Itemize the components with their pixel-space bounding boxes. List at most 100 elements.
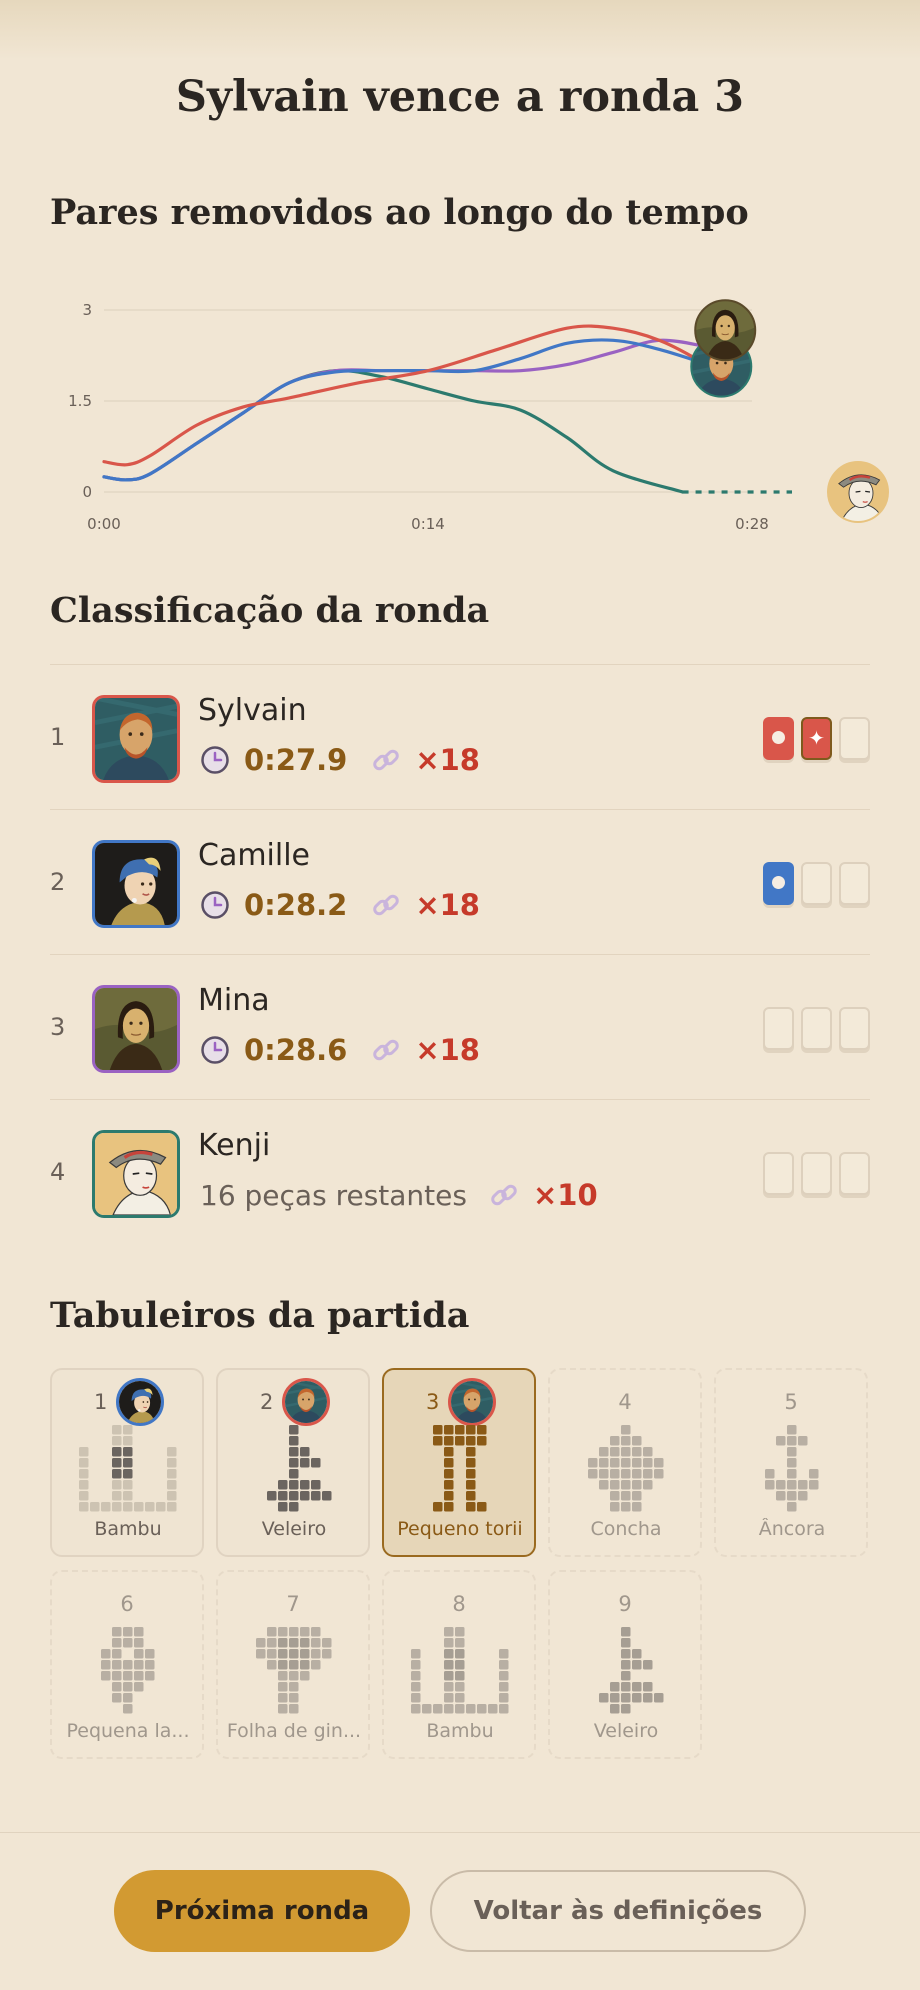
rank-position: 2 [50, 868, 66, 896]
board-tile [289, 1693, 299, 1703]
board-tile [621, 1458, 631, 1468]
board-tile [167, 1469, 177, 1479]
board-tile [145, 1660, 155, 1670]
board-tile [123, 1671, 133, 1681]
boards-section-title: Tabuleiros da partida [50, 1295, 470, 1336]
board-number: 8 [452, 1592, 466, 1616]
back-to-settings-button[interactable]: Voltar às definições [430, 1870, 806, 1952]
board-tile [466, 1436, 476, 1446]
board-tile [123, 1627, 133, 1637]
board-tile [455, 1693, 465, 1703]
board-tile [632, 1649, 642, 1659]
round-win-slot [763, 717, 794, 760]
board-tile [787, 1491, 797, 1501]
board-tile [289, 1502, 299, 1512]
series-line-camille [102, 338, 719, 482]
board-tile [444, 1649, 454, 1659]
board-card-8[interactable]: 8 Bambu [382, 1570, 536, 1759]
board-tile [632, 1502, 642, 1512]
board-tile [411, 1682, 421, 1692]
board-tile [123, 1491, 133, 1501]
player-stats: 0:28.2 ×18 [200, 888, 480, 922]
sailboat-board-shape [267, 1425, 332, 1512]
board-tile [632, 1436, 642, 1446]
board-tile [123, 1660, 133, 1670]
board-tile [123, 1447, 133, 1457]
board-tile [643, 1469, 653, 1479]
board-tile [444, 1638, 454, 1648]
board-tile [278, 1491, 288, 1501]
round-winner-title: Sylvain vence a ronda 3 [175, 72, 745, 122]
footer-divider [0, 1832, 920, 1833]
round-empty-slot [763, 1007, 794, 1050]
board-tile [610, 1491, 620, 1501]
board-tile [134, 1671, 144, 1681]
chart-x-tick-label: 0:00 [87, 515, 121, 533]
board-tile [167, 1480, 177, 1490]
board-name: Veleiro [261, 1518, 327, 1540]
board-tile [610, 1436, 620, 1446]
board-card-1[interactable]: 1 Bambu [50, 1368, 204, 1557]
board-tile [123, 1704, 133, 1714]
round-wins [763, 1007, 870, 1050]
player-stats: 0:27.9 ×18 [200, 743, 480, 777]
board-tile [289, 1627, 299, 1637]
next-round-button[interactable]: Próxima ronda [114, 1870, 410, 1952]
board-tile [79, 1447, 89, 1457]
board-tile [621, 1425, 631, 1435]
board-tile [466, 1469, 476, 1479]
board-tile [112, 1480, 122, 1490]
board-tile [123, 1638, 133, 1648]
board-tile [455, 1638, 465, 1648]
board-tile [112, 1649, 122, 1659]
board-tile [411, 1693, 421, 1703]
board-tile [278, 1638, 288, 1648]
board-tile [466, 1502, 476, 1512]
board-tile [455, 1436, 465, 1446]
board-tile [322, 1649, 332, 1659]
board-tile [499, 1682, 509, 1692]
board-number: 4 [618, 1390, 632, 1414]
ranking-row: 4 Kenji 16 peças restantes ×10 [50, 1099, 870, 1244]
board-tile [787, 1469, 797, 1479]
board-tile [79, 1491, 89, 1501]
board-tile [599, 1693, 609, 1703]
board-card-3[interactable]: 3 Pequeno torii [382, 1368, 536, 1557]
board-card-5[interactable]: 5 Âncora [714, 1368, 868, 1557]
board-card-4[interactable]: 4 Concha [548, 1368, 702, 1557]
board-tile [300, 1671, 310, 1681]
board-tile [267, 1649, 277, 1659]
board-tile [311, 1491, 321, 1501]
board-tile [411, 1704, 421, 1714]
board-card-7[interactable]: 7 Folha de gin... [216, 1570, 370, 1759]
pearl-earring-avatar [92, 840, 180, 928]
board-tile [444, 1447, 454, 1457]
ranking-list: 1 Sylvain 0:27.9 ×18 ✦ 2 Camille 0:28.2 … [50, 664, 870, 1244]
board-tile [134, 1638, 144, 1648]
sailboat-board-shape [599, 1627, 664, 1714]
board-tile [300, 1447, 310, 1457]
board-tile [300, 1638, 310, 1648]
series-line-kenji [102, 368, 685, 494]
board-number: 9 [618, 1592, 632, 1616]
board-tile [466, 1447, 476, 1457]
board-tile [289, 1491, 299, 1501]
board-tile [112, 1660, 122, 1670]
board-card-6[interactable]: 6 Pequena la... [50, 1570, 204, 1759]
board-tile [632, 1693, 642, 1703]
board-tile [112, 1458, 122, 1468]
board-tile [444, 1436, 454, 1446]
chain-link-icon [491, 1184, 517, 1206]
board-tile [477, 1704, 487, 1714]
board-card-2[interactable]: 2 Veleiro [216, 1368, 370, 1557]
finish-time: 0:28.6 [244, 1033, 348, 1067]
ranking-row: 1 Sylvain 0:27.9 ×18 ✦ [50, 664, 870, 809]
board-card-9[interactable]: 9 Veleiro [548, 1570, 702, 1759]
board-tile [322, 1638, 332, 1648]
board-tile [499, 1704, 509, 1714]
board-tile [289, 1469, 299, 1479]
board-tile [112, 1627, 122, 1637]
board-name: Folha de gin... [226, 1720, 362, 1742]
board-tile [134, 1660, 144, 1670]
board-tile [311, 1649, 321, 1659]
